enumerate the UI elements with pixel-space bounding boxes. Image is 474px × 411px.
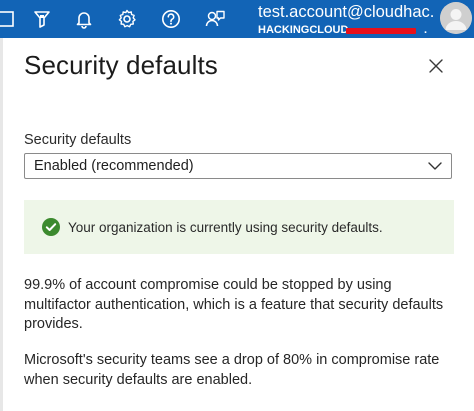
status-banner: Your organization is currently using sec… [24, 200, 454, 254]
help-button[interactable] [151, 0, 191, 38]
panel-title: Security defaults [24, 50, 218, 80]
banner-message: Your organization is currently using sec… [68, 220, 383, 235]
feedback-icon [205, 10, 225, 27]
background-page-edge [0, 38, 3, 411]
account-info[interactable]: test.account@cloudhac... HACKINGCLOUD . [258, 2, 434, 37]
directory-filter-icon [34, 11, 50, 28]
feedback-button[interactable] [195, 0, 235, 38]
security-defaults-label: Security defaults [24, 132, 132, 148]
security-defaults-dropdown[interactable]: Enabled (recommended) [24, 153, 452, 179]
user-avatar-icon [440, 2, 472, 34]
tenant-name: HACKINGCLOUD [258, 24, 349, 36]
dropdown-selected-value: Enabled (recommended) [34, 158, 194, 174]
close-icon [429, 59, 443, 73]
notifications-button[interactable] [64, 0, 104, 38]
chevron-down-icon [428, 162, 442, 170]
avatar[interactable] [440, 2, 472, 34]
success-check-icon [42, 218, 60, 236]
top-header-bar: test.account@cloudhac... HACKINGCLOUD . [0, 0, 474, 38]
close-button[interactable] [424, 54, 448, 78]
account-tenant: HACKINGCLOUD . [258, 23, 434, 37]
help-icon [162, 10, 180, 28]
settings-button[interactable] [107, 0, 147, 38]
info-paragraph-mfa: 99.9% of account compromise could be sto… [24, 277, 444, 332]
directory-filter-button[interactable] [22, 0, 62, 38]
terminal-icon [0, 11, 14, 27]
info-paragraph-compromise-rate: Microsoft's security teams see a drop of… [24, 352, 440, 388]
account-email: test.account@cloudhac... [258, 3, 434, 21]
settings-icon [118, 9, 136, 28]
notifications-icon [76, 12, 92, 29]
tenant-suffix: . [424, 24, 428, 36]
redaction-mark [346, 28, 416, 34]
